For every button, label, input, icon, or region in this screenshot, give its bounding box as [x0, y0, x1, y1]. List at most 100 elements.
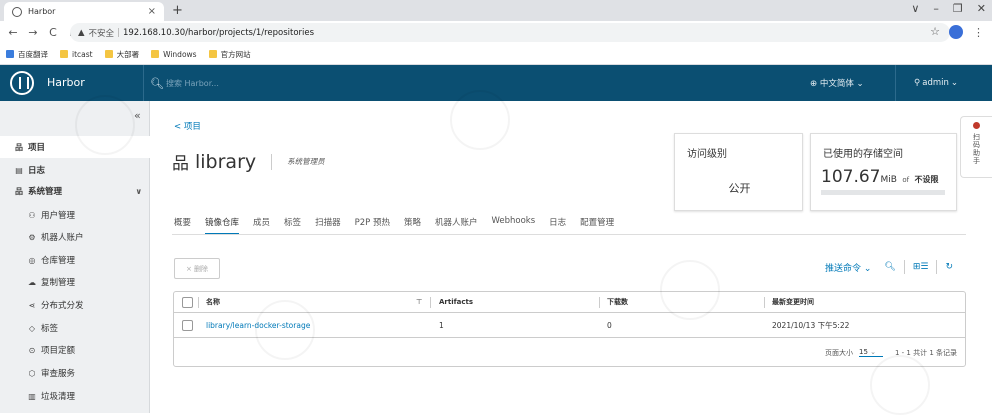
storage-of: of [902, 176, 910, 184]
tab-close-icon[interactable]: × [148, 6, 156, 17]
new-tab-button[interactable]: + [172, 3, 183, 18]
row-checkbox[interactable] [182, 319, 193, 331]
sidebar-item[interactable]: ◇ 标签 [0, 317, 150, 339]
column-header-downloads[interactable]: 下载数 [607, 292, 628, 312]
bookmark-label: 百度翻译 [18, 49, 48, 59]
tab-2[interactable]: 成员 [253, 216, 270, 235]
sidebar-item[interactable]: ⬡ 审查服务 [0, 362, 150, 384]
sidebar-item-icon: ⚇ [28, 210, 36, 220]
search-icon[interactable]: 🔍︎ [884, 262, 895, 272]
page-size-value: 15 [858, 348, 868, 356]
address-bar[interactable]: ▲ 不安全 | 192.168.10.30/harbor/projects/1/… [70, 23, 950, 42]
table-footer: 页面大小 15 ⌄ 1 - 1 共计 1 条记录 [174, 338, 965, 367]
bookmark-item[interactable]: 百度翻译 [6, 49, 48, 60]
tab-10[interactable]: 配置管理 [580, 216, 614, 235]
pagination-summary: 1 - 1 共计 1 条记录 [894, 348, 957, 357]
column-header-updated[interactable]: 最新变更时间 [772, 292, 814, 312]
profile-avatar-icon[interactable] [949, 25, 963, 39]
bookmark-item[interactable]: itcast [60, 50, 93, 59]
column-header-artifacts[interactable]: Artifacts [439, 292, 473, 312]
tab-6[interactable]: 策略 [404, 216, 421, 235]
select-all-cell [182, 292, 193, 312]
app-header: Harbor 🔍︎ 搜索 Harbor... ⊕ 中文简体 ⌄ ⚲ admin … [0, 65, 992, 101]
tab-5[interactable]: P2P 预热 [355, 216, 390, 235]
translate-icon [6, 50, 14, 58]
view-toggle-icon[interactable]: ⊞☰ [913, 262, 929, 272]
tabs-divider [172, 234, 966, 235]
back-icon[interactable]: ← [6, 26, 20, 39]
project-name: library [195, 150, 257, 173]
restore-icon[interactable]: ❐ [953, 2, 963, 15]
sidebar-item[interactable]: 品项目 [0, 136, 150, 158]
table-row: library/learn-docker-storage 1 0 2021/10… [174, 313, 965, 338]
bookmark-item[interactable]: Windows [151, 50, 197, 59]
folder-icon [151, 50, 160, 58]
filter-icon[interactable]: ⊤ [416, 292, 422, 312]
sidebar-item[interactable]: ◎ 仓库管理 [0, 249, 150, 271]
bookmark-item[interactable]: 官方网站 [208, 49, 251, 60]
collapse-sidebar-icon[interactable]: « [134, 109, 141, 122]
column-header-name[interactable]: 名称 [206, 292, 220, 312]
page-size-label: 页面大小 [824, 348, 853, 357]
col-separator [430, 297, 431, 308]
insecure-label[interactable]: 不安全 [89, 27, 115, 39]
sidebar-item-label: 机器人账户 [41, 233, 84, 243]
tab-0[interactable]: 概要 [174, 216, 191, 235]
harbor-logo-icon[interactable] [10, 71, 34, 95]
sidebar-item-icon: 品 [15, 142, 23, 152]
tab-3[interactable]: 标签 [284, 216, 301, 235]
sidebar-item[interactable]: 品系统管理 ∨ [0, 180, 150, 202]
refresh-icon[interactable]: ↻ [945, 262, 953, 272]
tab-4[interactable]: 扫描器 [315, 216, 341, 235]
menu-icon[interactable]: ⋮ [973, 26, 984, 39]
tab-8[interactable]: Webhooks [491, 216, 535, 235]
sidebar-item-label: 标签 [41, 324, 59, 334]
tab-1[interactable]: 镜像仓库 [205, 216, 240, 235]
back-to-projects-link[interactable]: < 项目 [174, 120, 201, 132]
sidebar-item-label: 审查服务 [41, 369, 76, 379]
forward-icon[interactable]: → [26, 26, 40, 39]
bookmark-item[interactable]: 大部署 [104, 49, 139, 60]
project-icon: 品 [172, 154, 189, 174]
sidebar-item[interactable]: ⚙ 机器人账户 [0, 226, 150, 248]
tab-search-icon[interactable]: ∨ [911, 2, 919, 15]
url-text[interactable]: 192.168.10.30/harbor/projects/1/reposito… [123, 28, 314, 38]
language-selector[interactable]: ⊕ 中文简体 ⌄ [810, 77, 864, 89]
sidebar-item[interactable]: ▤ 日志 [0, 159, 150, 181]
warning-icon[interactable]: ▲ [78, 28, 85, 38]
minimize-icon[interactable]: – [933, 2, 939, 15]
actions-divider [936, 260, 938, 274]
storage-card: 已使用的存储空间 107.67MiB of 不设限 [810, 133, 957, 211]
tab-9[interactable]: 日志 [549, 216, 566, 235]
bookmark-star-icon[interactable]: ☆ [930, 25, 940, 38]
sidebar-item[interactable]: ☁ 复制管理 [0, 271, 150, 293]
sidebar-item[interactable]: ⋖ 分布式分发 [0, 294, 150, 316]
folder-icon [104, 50, 113, 58]
sidebar-item[interactable]: ⊙ 项目定额 [0, 339, 150, 361]
col-separator [764, 297, 765, 308]
brand-name[interactable]: Harbor [47, 76, 85, 89]
page-size-select[interactable]: 15 ⌄ [858, 348, 883, 357]
bookmark-label: itcast [72, 49, 93, 59]
browser-tab[interactable]: Harbor × [4, 2, 164, 21]
reload-icon[interactable]: C [46, 26, 60, 39]
global-search[interactable]: 🔍︎ 搜索 Harbor... [143, 65, 219, 101]
sidebar-item[interactable]: ⚇ 用户管理 [0, 204, 150, 226]
sidebar-item-label: 用户管理 [41, 211, 76, 221]
sidebar-item-icon: ◎ [28, 255, 36, 265]
user-menu[interactable]: ⚲ admin ⌄ [895, 65, 958, 101]
side-widget[interactable]: 扫码助手 [960, 116, 992, 178]
close-window-icon[interactable]: ✕ [977, 2, 986, 15]
select-all-checkbox[interactable] [182, 296, 193, 308]
search-input[interactable]: 搜索 Harbor... [166, 78, 219, 89]
repository-name-link[interactable]: library/learn-docker-storage [206, 313, 310, 337]
row-select-cell [182, 313, 193, 337]
sidebar-item[interactable]: ▥ 垃圾清理 [0, 385, 150, 407]
tab-title: Harbor [28, 7, 56, 16]
chevron-down-icon[interactable]: ∨ [136, 187, 143, 196]
push-command-button[interactable]: 推送命令 ⌄ [825, 261, 871, 274]
sidebar-item-label: 系统管理 [28, 187, 63, 197]
tab-7[interactable]: 机器人账户 [435, 216, 478, 235]
delete-button[interactable]: × 删除 [174, 258, 220, 279]
col-separator [599, 297, 600, 308]
